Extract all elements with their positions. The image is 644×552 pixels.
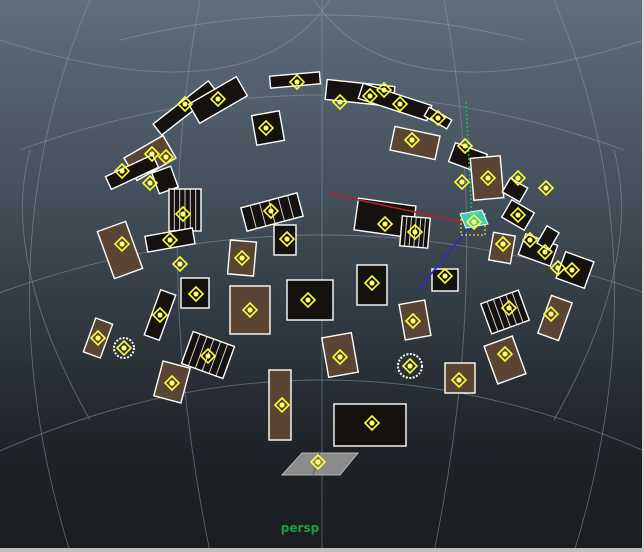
image-plane-locator-icon[interactable] <box>115 339 133 357</box>
grid-line <box>553 149 622 421</box>
grid-line <box>0 0 331 73</box>
scene-canvas[interactable] <box>0 0 644 552</box>
image-plane-locator-icon[interactable] <box>537 179 555 197</box>
grid-line <box>313 0 642 73</box>
image-plane-card <box>333 403 407 447</box>
perspective-viewport[interactable]: persp <box>0 0 644 552</box>
grid-line <box>22 149 91 421</box>
image-plane-locator-icon[interactable] <box>401 357 419 375</box>
move-manipulator[interactable] <box>329 99 489 291</box>
image-plane-locator-icon[interactable] <box>453 173 471 191</box>
camera-name-label: persp <box>280 521 320 535</box>
grid-line <box>29 0 91 548</box>
image-plane-locator-icon[interactable] <box>171 255 189 273</box>
selected-image-plane[interactable] <box>459 209 489 229</box>
image-planes <box>82 71 595 447</box>
image-plane-card <box>268 71 322 89</box>
image-plane-card <box>431 268 459 292</box>
image-plane-card <box>555 250 595 290</box>
